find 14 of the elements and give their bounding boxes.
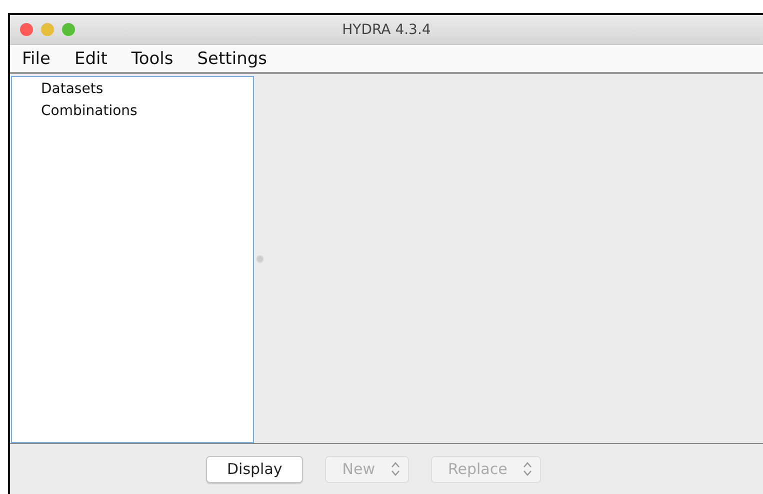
minimize-icon[interactable] xyxy=(41,23,54,36)
close-icon[interactable] xyxy=(20,23,33,36)
menu-item[interactable]: Settings xyxy=(197,48,267,68)
tree-item[interactable]: Combinations xyxy=(41,103,253,119)
chevron-updown-icon xyxy=(391,462,400,476)
menu-item[interactable]: Edit xyxy=(74,48,108,68)
chevron-updown-icon xyxy=(523,462,532,476)
split-handle-icon[interactable] xyxy=(256,254,264,262)
tree-item[interactable]: Datasets xyxy=(41,81,253,97)
maximize-icon[interactable] xyxy=(62,23,75,36)
menu-item[interactable]: File xyxy=(22,48,50,68)
menu-item[interactable]: Tools xyxy=(131,48,174,68)
window-title: HYDRA 4.3.4 xyxy=(342,22,431,38)
display-button[interactable]: Display xyxy=(206,456,304,482)
